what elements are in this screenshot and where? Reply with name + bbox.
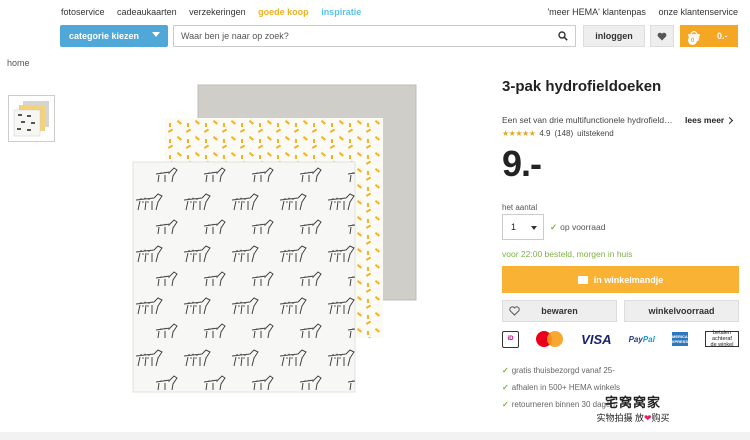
mastercard-icon bbox=[536, 330, 564, 348]
rating-value: 4.9 bbox=[539, 129, 551, 138]
read-more-link[interactable]: lees meer bbox=[685, 115, 734, 125]
usp-text: afhalen in 500+ HEMA winkels bbox=[511, 383, 620, 392]
chevron-right-icon bbox=[726, 116, 734, 125]
top-links-right: 'meer HEMA' klantenpas onze klantenservi… bbox=[537, 7, 738, 17]
add-to-cart-button[interactable]: in winkelmandje bbox=[502, 266, 739, 293]
login-button[interactable]: inloggen bbox=[583, 25, 645, 47]
chevron-down-icon bbox=[531, 226, 537, 230]
watermark: 宅窝窝家 实物拍摄 放❤购买 bbox=[588, 392, 678, 424]
top-link-fotoservice[interactable]: fotoservice bbox=[61, 7, 105, 17]
visa-icon: VISA bbox=[581, 331, 612, 347]
chevron-down-icon bbox=[152, 32, 160, 37]
thumbnail-image bbox=[13, 101, 49, 137]
search-bar bbox=[173, 25, 576, 47]
cart-total: 0.- bbox=[717, 31, 728, 41]
store-stock-button[interactable]: winkelvoorraad bbox=[624, 300, 739, 322]
check-icon: ✓ bbox=[502, 383, 509, 392]
top-link-cadeaukaarten[interactable]: cadeaukaarten bbox=[117, 7, 177, 17]
category-button-label: categorie kiezen bbox=[69, 31, 140, 41]
heart-icon: ❤ bbox=[643, 413, 652, 423]
product-description: Een set van drie multifunctionele hydrof… bbox=[502, 115, 677, 125]
heart-icon bbox=[657, 32, 667, 40]
usp-text: gratis thuisbezorgd vanaf 25- bbox=[511, 366, 615, 375]
cart-button[interactable]: 0 0.- bbox=[680, 25, 738, 47]
check-icon: ✓ bbox=[502, 366, 509, 375]
bottom-strip bbox=[0, 432, 750, 440]
top-link-verzekeringen[interactable]: verzekeringen bbox=[189, 7, 246, 17]
product-thumbnail[interactable] bbox=[8, 95, 55, 142]
top-link-klantenpas[interactable]: 'meer HEMA' klantenpas bbox=[547, 7, 645, 17]
product-rating[interactable]: ★★★★★ 4.9 (148) uitstekend bbox=[502, 129, 614, 138]
rating-stars-icon: ★★★★★ bbox=[502, 129, 536, 138]
watermark-text-b: 放 bbox=[634, 413, 644, 423]
product-title: 3-pak hydrofieldoeken bbox=[502, 78, 662, 95]
basket-icon bbox=[577, 275, 588, 284]
pay-later-icon: betalen achteraf de winkel bbox=[704, 330, 739, 348]
top-link-goede-koop[interactable]: goede koop bbox=[258, 7, 309, 17]
usp-item: ✓ gratis thuisbezorgd vanaf 25- bbox=[502, 365, 620, 382]
product-image bbox=[132, 84, 417, 393]
paypal-text-a: Pay bbox=[628, 334, 643, 344]
delivery-info: voor 22:00 besteld, morgen in huis bbox=[502, 249, 633, 259]
top-links-left: fotoservice cadeaukaarten verzekeringen … bbox=[61, 7, 371, 17]
quantity-select[interactable]: 1 bbox=[502, 214, 544, 240]
cart-count-badge: 0 bbox=[688, 36, 697, 45]
heart-icon bbox=[509, 306, 520, 316]
pay-later-line-3: de winkel bbox=[710, 342, 734, 348]
top-links: fotoservice cadeaukaarten verzekeringen … bbox=[61, 7, 738, 19]
rating-count: (148) bbox=[554, 129, 574, 138]
breadcrumb-home[interactable]: home bbox=[7, 58, 30, 68]
ideal-icon: iD bbox=[502, 330, 519, 348]
amex-icon: AMERICAN EXPRESS bbox=[669, 332, 691, 346]
add-to-cart-label: in winkelmandje bbox=[593, 274, 664, 285]
category-button[interactable]: categorie kiezen bbox=[60, 25, 168, 47]
search-icon[interactable] bbox=[558, 31, 568, 41]
paypal-text-b: Pal bbox=[642, 334, 655, 344]
stock-status: ✓ op voorraad bbox=[550, 222, 606, 233]
save-button[interactable]: bewaren bbox=[502, 300, 617, 322]
read-more-label: lees meer bbox=[685, 115, 725, 125]
rating-text: uitstekend bbox=[577, 129, 614, 138]
paypal-icon: Pay Pal bbox=[629, 330, 655, 348]
watermark-text-c: 购买 bbox=[651, 413, 670, 423]
product-price: 9.- bbox=[502, 143, 542, 184]
save-label: bewaren bbox=[541, 306, 578, 316]
check-icon: ✓ bbox=[550, 222, 558, 232]
quantity-value: 1 bbox=[511, 222, 517, 232]
top-link-inspiratie[interactable]: inspiratie bbox=[321, 7, 361, 17]
quantity-label: het aantal bbox=[502, 203, 538, 212]
top-link-klantenservice[interactable]: onze klantenservice bbox=[658, 7, 738, 17]
check-icon: ✓ bbox=[502, 400, 509, 409]
wishlist-button[interactable] bbox=[650, 25, 674, 47]
search-input[interactable] bbox=[174, 26, 544, 46]
payment-methods: iD VISA Pay Pal AMERICAN EXPRESS betalen … bbox=[502, 329, 739, 349]
stock-status-label: op voorraad bbox=[560, 222, 606, 232]
watermark-line-1: 宅窝窝家 bbox=[604, 395, 661, 410]
watermark-line-2: 实物拍摄 放❤购买 bbox=[588, 411, 678, 424]
watermark-text-a: 实物拍摄 bbox=[596, 413, 633, 423]
